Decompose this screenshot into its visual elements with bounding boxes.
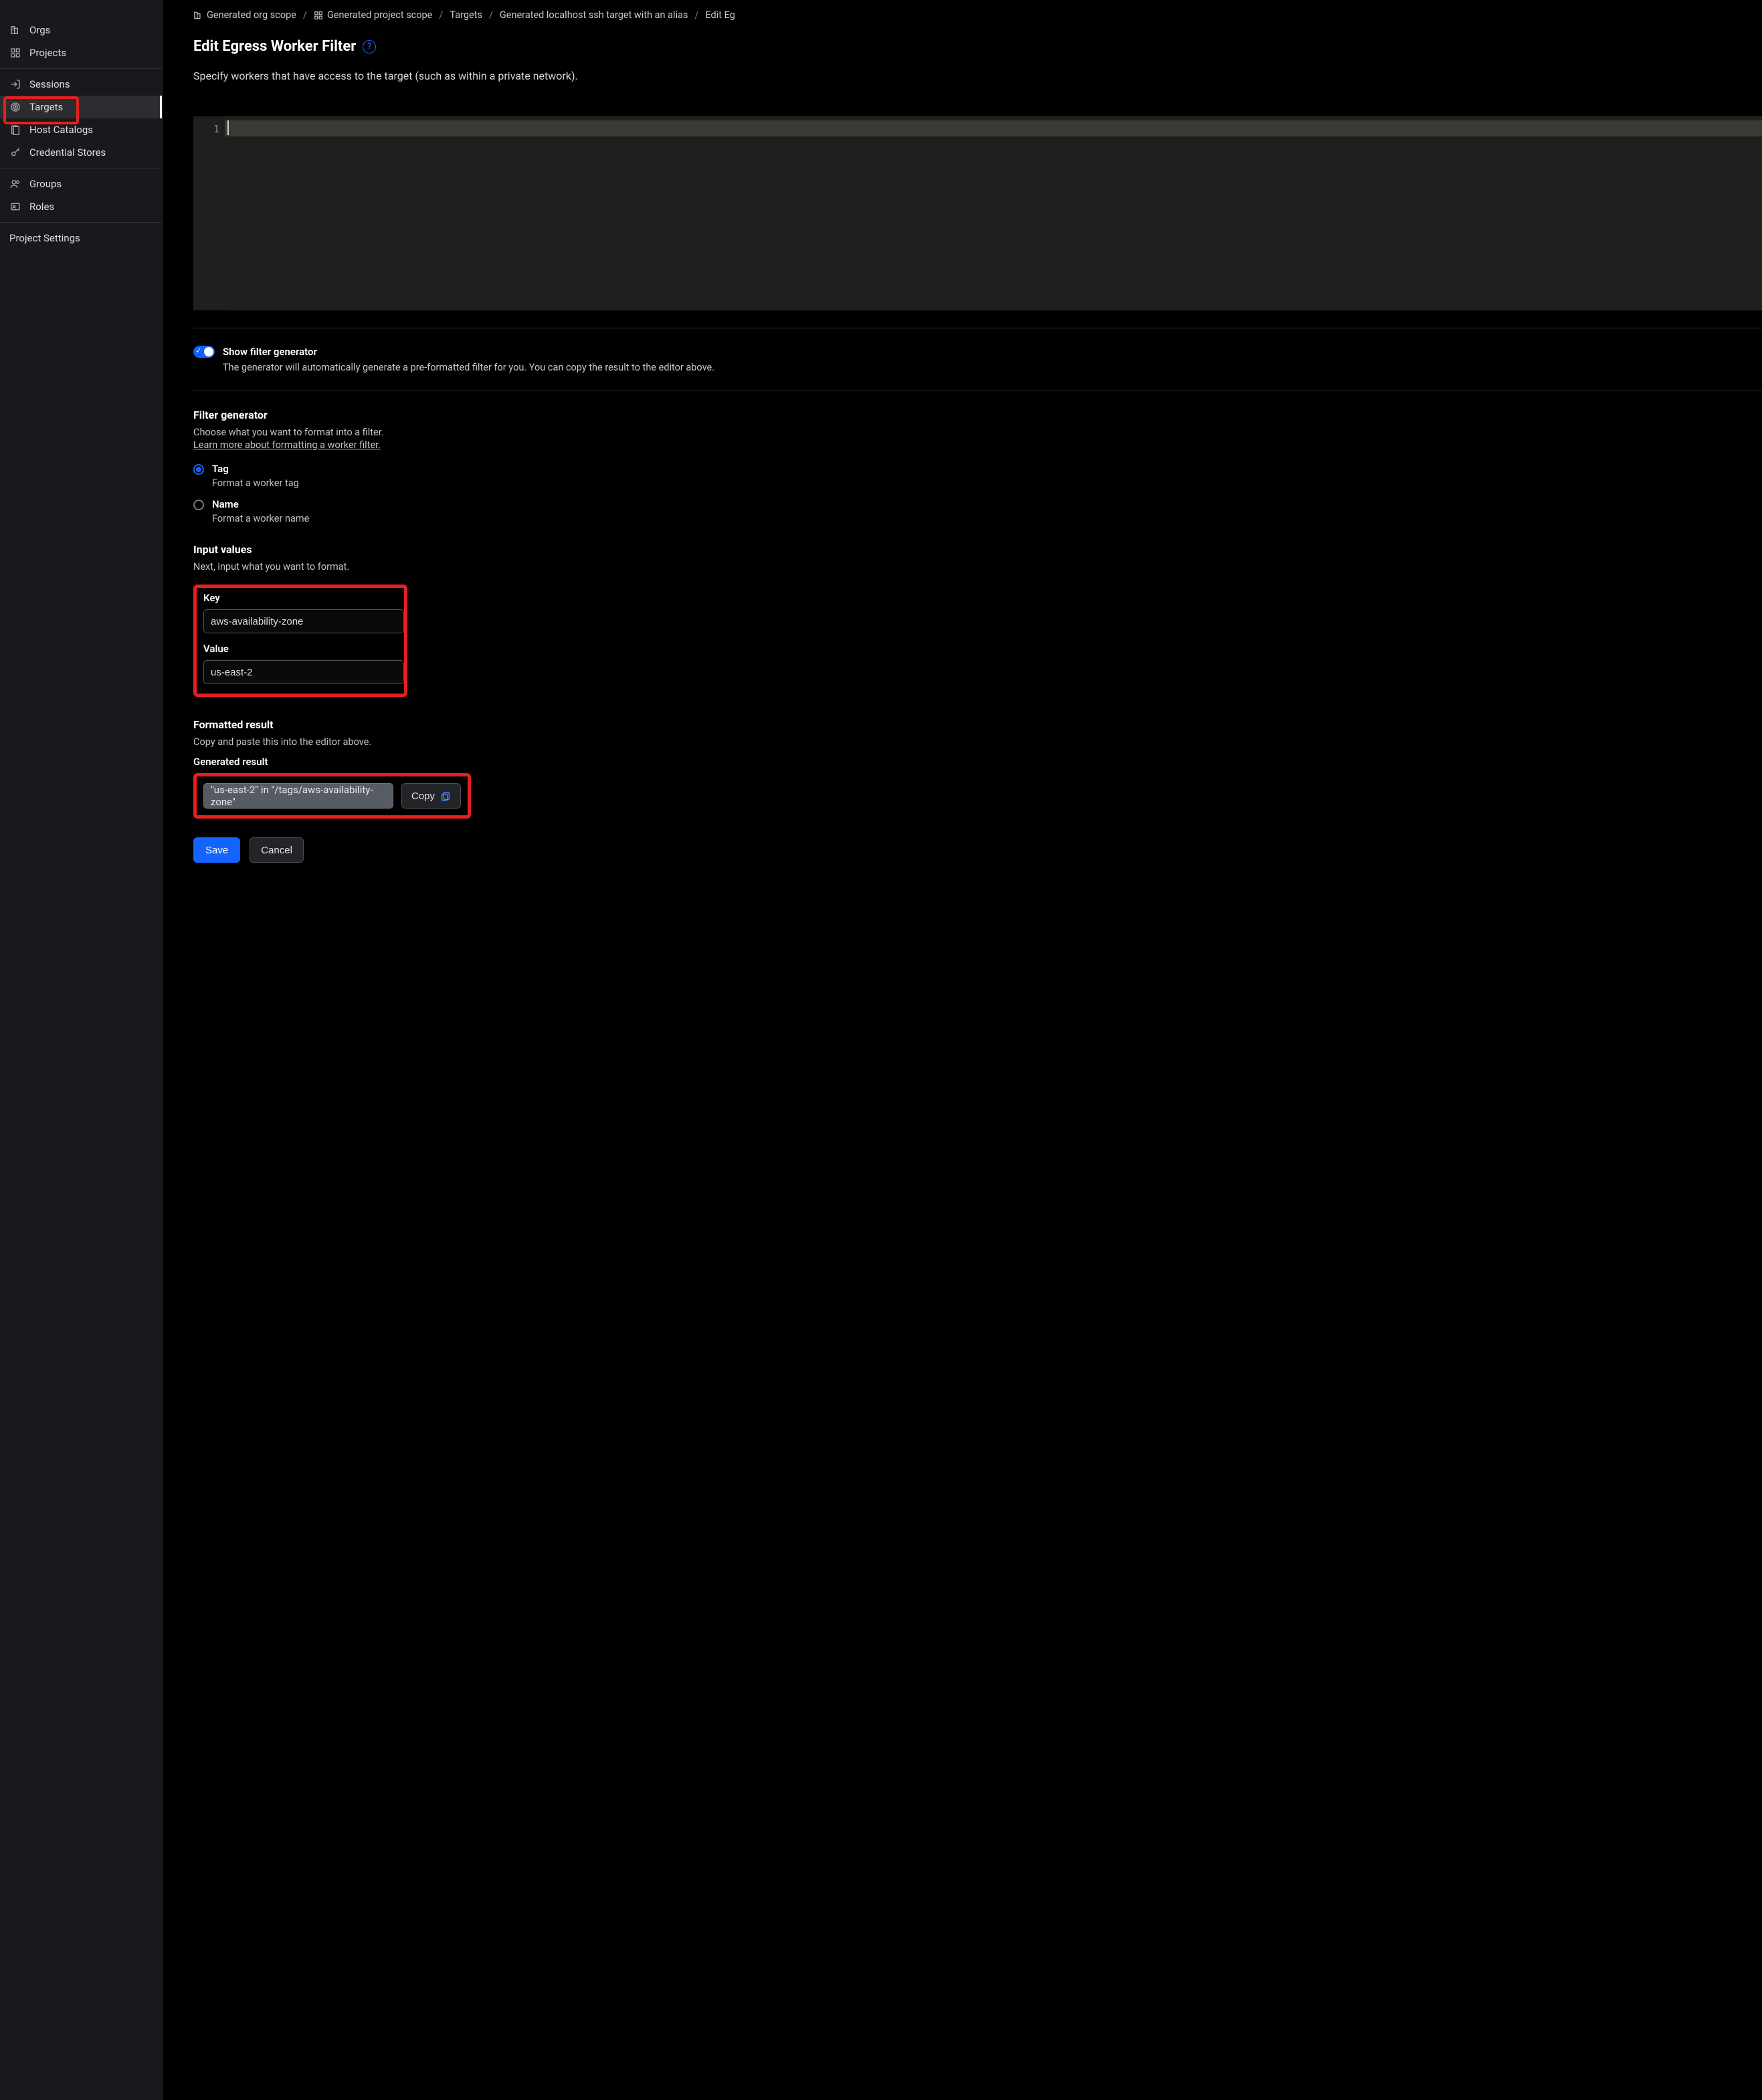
key-icon — [9, 146, 21, 159]
sidebar-item-label: Sessions — [29, 78, 70, 90]
sidebar-item-label: Projects — [29, 47, 66, 59]
editor-cursor — [227, 120, 229, 135]
sidebar-item-label: Project Settings — [9, 232, 80, 244]
breadcrumb-sep: / — [489, 9, 493, 21]
copy-button[interactable]: Copy — [401, 783, 461, 809]
generated-result-text: "us-east-2" in "/tags/aws-availability-z… — [211, 784, 386, 808]
radio-tag[interactable] — [193, 464, 204, 475]
main-content: Generated org scope / Generated project … — [163, 0, 1762, 2100]
breadcrumb: Generated org scope / Generated project … — [193, 9, 1762, 21]
users-icon — [9, 178, 21, 190]
cancel-button[interactable]: Cancel — [250, 837, 304, 863]
filter-generator-desc: Choose what you want to format into a fi… — [193, 427, 1762, 438]
key-label: Key — [203, 592, 397, 604]
toggle-description: The generator will automatically generat… — [223, 362, 1762, 373]
sidebar-item-credential-stores[interactable]: Credential Stores — [0, 141, 162, 164]
filter-generator-heading: Filter generator — [193, 409, 1762, 421]
value-input[interactable] — [203, 660, 404, 684]
show-filter-generator-toggle[interactable]: ✓ — [193, 346, 215, 358]
sidebar-item-label: Host Catalogs — [29, 124, 93, 136]
toggle-label: Show filter generator — [223, 346, 317, 358]
generated-result-label: Generated result — [193, 756, 1762, 768]
sidebar-item-groups[interactable]: Groups — [0, 173, 162, 195]
generated-result-output[interactable]: "us-east-2" in "/tags/aws-availability-z… — [203, 783, 393, 809]
radio-desc: Format a worker tag — [212, 478, 299, 489]
formatted-result-heading: Formatted result — [193, 718, 1762, 731]
sidebar-item-label: Targets — [29, 101, 63, 113]
value-label: Value — [203, 643, 397, 655]
filter-type-radio-group: Tag Format a worker tag Name Format a wo… — [193, 463, 1762, 524]
radio-label: Name — [212, 498, 309, 510]
sidebar-item-sessions[interactable]: Sessions — [0, 73, 162, 96]
breadcrumb-project[interactable]: Generated project scope — [314, 9, 432, 21]
save-button[interactable]: Save — [193, 837, 240, 863]
breadcrumb-sep: / — [439, 9, 443, 21]
editor-gutter: 1 — [193, 116, 225, 310]
sidebar-item-project-settings[interactable]: Project Settings — [0, 227, 162, 249]
id-icon — [9, 201, 21, 213]
key-input[interactable] — [203, 609, 404, 633]
breadcrumb-label: Generated org scope — [207, 9, 296, 21]
sidebar-item-label: Roles — [29, 201, 54, 213]
grid-icon — [9, 47, 21, 59]
check-icon: ✓ — [195, 346, 201, 355]
org-icon — [9, 24, 21, 36]
toggle-knob — [204, 347, 213, 356]
breadcrumb-label: Edit Eg — [705, 9, 735, 21]
sidebar-item-projects[interactable]: Projects — [0, 41, 162, 64]
editor-active-line — [225, 120, 1762, 136]
highlight-box-result: "us-east-2" in "/tags/aws-availability-z… — [193, 773, 471, 819]
enter-icon — [9, 78, 21, 90]
radio-label: Tag — [212, 463, 299, 475]
formatted-result-desc: Copy and paste this into the editor abov… — [193, 736, 1762, 748]
grid-icon — [314, 11, 323, 20]
sidebar-item-roles[interactable]: Roles — [0, 195, 162, 218]
editor-area[interactable] — [225, 116, 1762, 310]
help-icon[interactable]: ? — [363, 40, 376, 54]
input-values-heading: Input values — [193, 543, 1762, 556]
breadcrumb-sep: / — [694, 9, 698, 21]
catalog-icon — [9, 124, 21, 136]
sidebar-item-label: Credential Stores — [29, 146, 106, 159]
sidebar-item-label: Orgs — [29, 24, 50, 36]
highlight-box-inputs: Key Value — [193, 585, 407, 697]
learn-more-link[interactable]: Learn more about formatting a worker fil… — [193, 439, 381, 451]
filter-code-editor[interactable]: 1 — [193, 116, 1762, 310]
radio-desc: Format a worker name — [212, 513, 309, 524]
page-title: Edit Egress Worker Filter — [193, 38, 356, 55]
sidebar-item-orgs[interactable]: Orgs — [0, 19, 162, 41]
clipboard-icon — [440, 791, 451, 801]
target-icon — [9, 101, 21, 113]
copy-button-label: Copy — [411, 791, 435, 802]
breadcrumb-sep: / — [303, 9, 307, 21]
breadcrumb-targets[interactable]: Targets — [450, 9, 482, 21]
breadcrumb-label: Generated project scope — [327, 9, 432, 21]
breadcrumb-current: Edit Eg — [705, 9, 735, 21]
sidebar-item-label: Groups — [29, 178, 62, 190]
form-actions: Save Cancel — [193, 837, 1762, 863]
breadcrumb-label: Generated localhost ssh target with an a… — [500, 9, 688, 21]
radio-name[interactable] — [193, 500, 204, 510]
sidebar-item-host-catalogs[interactable]: Host Catalogs — [0, 118, 162, 141]
org-icon — [193, 11, 203, 20]
sidebar: Orgs Projects Sessions Targets — [0, 0, 163, 2100]
breadcrumb-target-name[interactable]: Generated localhost ssh target with an a… — [500, 9, 688, 21]
breadcrumb-org[interactable]: Generated org scope — [193, 9, 296, 21]
page-subtitle: Specify workers that have access to the … — [193, 68, 1762, 84]
input-values-desc: Next, input what you want to format. — [193, 561, 1762, 572]
line-number: 1 — [193, 123, 219, 135]
breadcrumb-label: Targets — [450, 9, 482, 21]
sidebar-item-targets[interactable]: Targets — [0, 96, 162, 118]
